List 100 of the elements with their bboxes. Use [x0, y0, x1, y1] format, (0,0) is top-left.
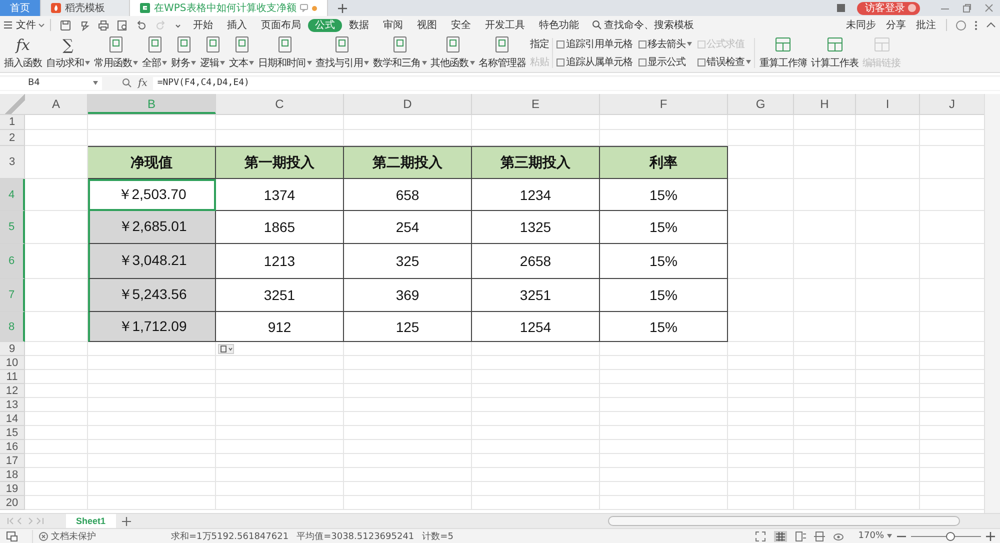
- ribbon-small-button[interactable]: 错误检查: [696, 55, 750, 69]
- grid-cell[interactable]: [344, 356, 472, 370]
- grid-cell[interactable]: [216, 468, 344, 482]
- grid-cell[interactable]: [472, 482, 600, 496]
- grid-cell[interactable]: [728, 115, 794, 130]
- ribbon-button[interactable]: 常用函数: [92, 36, 140, 70]
- toolbar-action[interactable]: 批注: [916, 18, 936, 32]
- horizontal-scrollbar[interactable]: [608, 516, 960, 526]
- grid-cell[interactable]: [600, 496, 728, 510]
- ribbon-tab[interactable]: 数据: [342, 18, 376, 32]
- grid-cell[interactable]: [794, 482, 856, 496]
- preview-icon[interactable]: [117, 20, 128, 30]
- redo-icon[interactable]: [155, 20, 166, 30]
- grid-cell[interactable]: [856, 356, 920, 370]
- grid-cell[interactable]: [472, 468, 600, 482]
- grid-cell[interactable]: [728, 244, 794, 279]
- row-header[interactable]: 9: [0, 342, 25, 356]
- window-badge-icon[interactable]: [837, 4, 845, 12]
- grid-cell[interactable]: [25, 342, 88, 356]
- ribbon-tab[interactable]: 审阅: [376, 18, 410, 32]
- grid-cell[interactable]: [856, 115, 920, 130]
- grid-cell[interactable]: [472, 412, 600, 426]
- ribbon-tab[interactable]: 插入: [220, 18, 254, 32]
- grid-cell[interactable]: [344, 412, 472, 426]
- grid-cell[interactable]: [600, 342, 728, 356]
- ribbon-small-button[interactable]: 移去箭头: [638, 37, 692, 51]
- menu-icon[interactable]: [3, 20, 13, 30]
- grid-cell[interactable]: [794, 454, 856, 468]
- zoom-level[interactable]: 170%: [858, 531, 884, 541]
- grid-cell[interactable]: [216, 370, 344, 384]
- toolbar-action[interactable]: 未同步: [846, 18, 876, 32]
- row-header[interactable]: 14: [0, 412, 25, 426]
- grid-cell[interactable]: [216, 482, 344, 496]
- grid-cell[interactable]: [88, 356, 216, 370]
- ribbon-button[interactable]: ∑ 自动求和: [44, 36, 92, 70]
- grid-cell[interactable]: [600, 384, 728, 398]
- grid-cell[interactable]: [88, 370, 216, 384]
- row-header[interactable]: 19: [0, 482, 25, 496]
- grid-cell[interactable]: [88, 440, 216, 454]
- grid-cell[interactable]: [856, 496, 920, 510]
- row-header[interactable]: 17: [0, 454, 25, 468]
- grid-cell[interactable]: [25, 356, 88, 370]
- column-header[interactable]: C: [216, 94, 344, 114]
- grid-cell[interactable]: [25, 482, 88, 496]
- print-icon[interactable]: [98, 20, 109, 30]
- new-tab-icon[interactable]: [338, 4, 348, 12]
- grid-cell[interactable]: [600, 426, 728, 440]
- grid-cell[interactable]: [856, 398, 920, 412]
- grid-cell[interactable]: [25, 496, 88, 510]
- grid-cell[interactable]: [88, 342, 216, 356]
- row-header[interactable]: 2: [0, 130, 25, 146]
- close-icon[interactable]: [984, 3, 994, 13]
- grid-cell[interactable]: [856, 426, 920, 440]
- grid-cell[interactable]: [25, 440, 88, 454]
- ribbon-button[interactable]: 文本: [227, 36, 256, 70]
- grid-cell[interactable]: [856, 244, 920, 279]
- grid-cell[interactable]: [472, 115, 600, 130]
- grid-cell[interactable]: [25, 370, 88, 384]
- grid-cell[interactable]: [728, 146, 794, 179]
- grid-cell[interactable]: [728, 312, 794, 342]
- grid-cell[interactable]: [794, 356, 856, 370]
- grid-cell[interactable]: [472, 384, 600, 398]
- column-header[interactable]: D: [344, 94, 472, 114]
- grid-cell[interactable]: [794, 496, 856, 510]
- grid-cell[interactable]: [856, 279, 920, 312]
- grid-cell[interactable]: [794, 312, 856, 342]
- file-menu[interactable]: 文件: [13, 18, 38, 32]
- grid-cell[interactable]: [794, 384, 856, 398]
- grid-cell[interactable]: [344, 454, 472, 468]
- grid-cell[interactable]: [728, 370, 794, 384]
- ribbon-button[interactable]: 查找与引用: [314, 36, 371, 70]
- grid-cell[interactable]: [728, 482, 794, 496]
- column-header[interactable]: E: [472, 94, 600, 114]
- ribbon-button[interactable]: 全部: [140, 36, 169, 70]
- undo-icon[interactable]: [136, 20, 147, 30]
- ribbon-small-button[interactable]: 追踪引用单元格: [556, 37, 632, 51]
- grid-cell[interactable]: [216, 115, 344, 130]
- grid-cell[interactable]: [794, 211, 856, 244]
- row-header[interactable]: 15: [0, 426, 25, 440]
- zoom-slider-thumb[interactable]: [946, 532, 954, 540]
- grid-cell[interactable]: [794, 115, 856, 130]
- grid-cell[interactable]: [344, 384, 472, 398]
- vertical-scrollbar[interactable]: [984, 94, 1000, 513]
- grid-cell[interactable]: [88, 384, 216, 398]
- grid-cell[interactable]: [856, 482, 920, 496]
- grid-cell[interactable]: [600, 370, 728, 384]
- column-header[interactable]: F: [600, 94, 728, 114]
- ribbon-tab[interactable]: 特色功能: [532, 18, 586, 32]
- normal-view-icon[interactable]: [774, 530, 788, 542]
- add-sheet-icon[interactable]: [122, 516, 131, 526]
- grid-cell[interactable]: [472, 342, 600, 356]
- grid-cell[interactable]: [216, 426, 344, 440]
- grid-cell[interactable]: [794, 244, 856, 279]
- grid-cell[interactable]: [728, 356, 794, 370]
- ribbon-button[interactable]: 计算工作表: [809, 36, 860, 70]
- row-header[interactable]: 20: [0, 496, 25, 510]
- grid-cell[interactable]: [600, 440, 728, 454]
- document-tab[interactable]: 在WPS表格中如何计算收支净额: [130, 0, 328, 16]
- page-layout-icon[interactable]: [795, 530, 806, 542]
- grid-cell[interactable]: [856, 454, 920, 468]
